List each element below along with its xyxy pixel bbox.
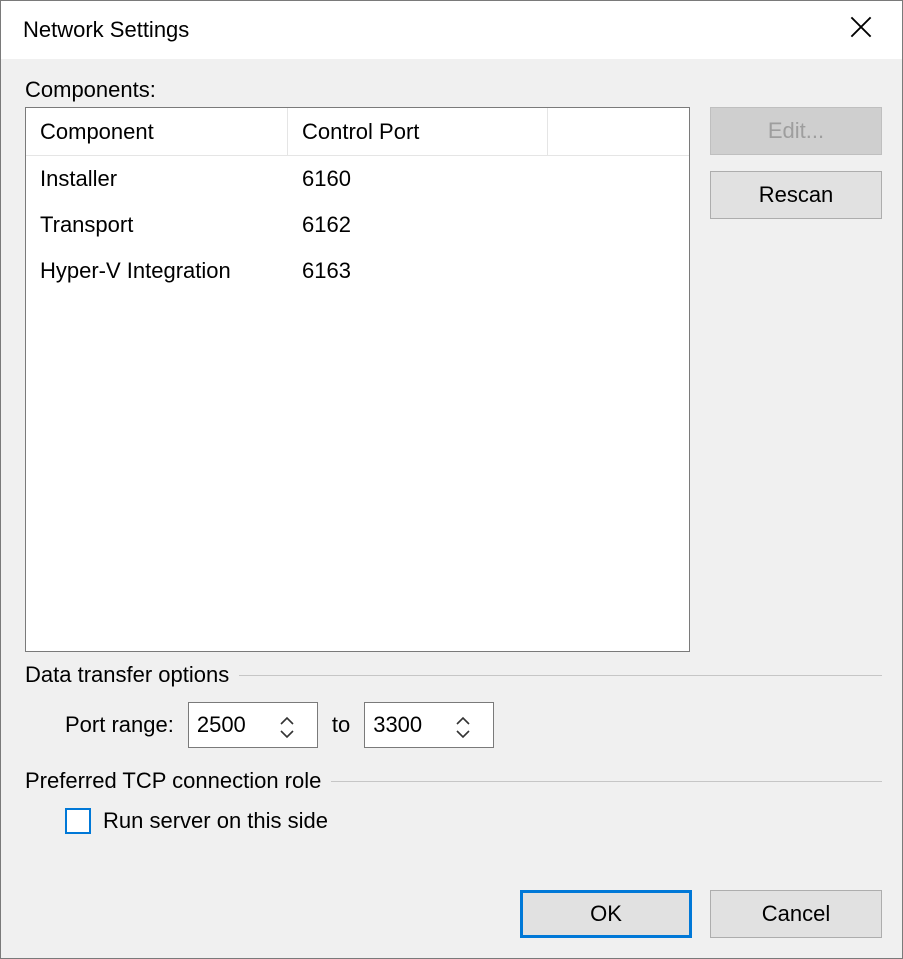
side-buttons: Edit... Rescan bbox=[710, 107, 882, 652]
ok-button[interactable]: OK bbox=[520, 890, 692, 938]
column-component[interactable]: Component bbox=[26, 108, 288, 156]
tcp-role-group: Preferred TCP connection role Run server… bbox=[25, 768, 882, 844]
titlebar: Network Settings bbox=[1, 1, 902, 59]
port-range-to-input[interactable] bbox=[365, 712, 445, 738]
table-header: Component Control Port bbox=[26, 108, 689, 156]
divider bbox=[331, 781, 882, 782]
network-settings-dialog: Network Settings Components: Component C… bbox=[0, 0, 903, 959]
column-control-port[interactable]: Control Port bbox=[288, 108, 548, 156]
cell-component: Installer bbox=[26, 166, 288, 192]
table-row[interactable]: Installer 6160 bbox=[26, 156, 689, 202]
data-transfer-legend-text: Data transfer options bbox=[25, 662, 229, 688]
spin-down-button[interactable] bbox=[454, 726, 472, 738]
cell-port: 6162 bbox=[288, 212, 548, 238]
edit-button: Edit... bbox=[710, 107, 882, 155]
close-icon bbox=[850, 16, 872, 44]
cell-component: Transport bbox=[26, 212, 288, 238]
cell-port: 6160 bbox=[288, 166, 548, 192]
dialog-body: Components: Component Control Port Insta… bbox=[1, 59, 902, 958]
run-server-label: Run server on this side bbox=[103, 808, 328, 834]
tcp-role-legend: Preferred TCP connection role bbox=[25, 768, 882, 794]
table-row[interactable]: Hyper-V Integration 6163 bbox=[26, 248, 689, 294]
cancel-button[interactable]: Cancel bbox=[710, 890, 882, 938]
port-range-row: Port range: to bbox=[25, 688, 882, 758]
table-body: Installer 6160 Transport 6162 Hyper-V In… bbox=[26, 156, 689, 294]
dialog-footer: OK Cancel bbox=[25, 874, 882, 938]
port-range-to[interactable] bbox=[364, 702, 494, 748]
column-spacer bbox=[548, 108, 689, 156]
spin-buttons bbox=[445, 712, 481, 738]
components-label: Components: bbox=[25, 77, 882, 103]
port-range-from[interactable] bbox=[188, 702, 318, 748]
cell-component: Hyper-V Integration bbox=[26, 258, 288, 284]
spin-buttons bbox=[269, 712, 305, 738]
chevron-down-icon bbox=[280, 719, 294, 745]
port-range-from-input[interactable] bbox=[189, 712, 269, 738]
port-range-label: Port range: bbox=[65, 712, 174, 738]
close-button[interactable] bbox=[838, 7, 884, 53]
data-transfer-group: Data transfer options Port range: bbox=[25, 662, 882, 758]
table-row[interactable]: Transport 6162 bbox=[26, 202, 689, 248]
divider bbox=[239, 675, 882, 676]
rescan-button[interactable]: Rescan bbox=[710, 171, 882, 219]
chevron-down-icon bbox=[456, 719, 470, 745]
components-row: Component Control Port Installer 6160 Tr… bbox=[25, 107, 882, 652]
run-server-checkbox[interactable] bbox=[65, 808, 91, 834]
tcp-role-legend-text: Preferred TCP connection role bbox=[25, 768, 321, 794]
window-title: Network Settings bbox=[23, 17, 189, 43]
spin-down-button[interactable] bbox=[278, 726, 296, 738]
cell-port: 6163 bbox=[288, 258, 548, 284]
data-transfer-legend: Data transfer options bbox=[25, 662, 882, 688]
run-server-row[interactable]: Run server on this side bbox=[25, 794, 882, 844]
port-range-to-label: to bbox=[332, 712, 350, 738]
components-table[interactable]: Component Control Port Installer 6160 Tr… bbox=[25, 107, 690, 652]
